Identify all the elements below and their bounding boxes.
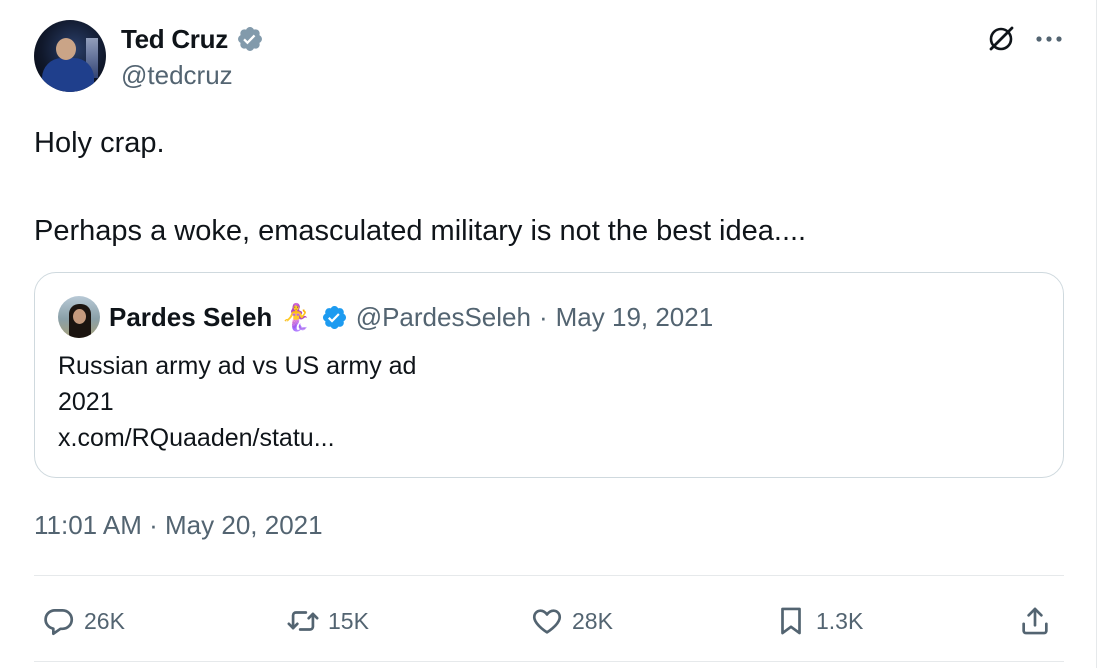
quoted-link[interactable]: x.com/RQuaaden/statu... xyxy=(58,420,416,456)
like-button[interactable]: 28K xyxy=(530,596,613,646)
quoted-tweet-body: Russian army ad vs US army ad 2021 x.com… xyxy=(58,348,416,456)
reply-count: 26K xyxy=(84,607,125,634)
reply-icon xyxy=(44,609,74,636)
like-icon xyxy=(532,609,562,634)
quoted-tweet-header: Pardes Seleh 🧜‍♀️ @PardesSeleh · May 19,… xyxy=(109,300,713,334)
bookmark-button[interactable]: 1.3K xyxy=(774,596,863,646)
retweet-icon xyxy=(287,611,319,631)
divider-bottom xyxy=(34,661,1064,662)
more-icon[interactable] xyxy=(1032,26,1066,52)
divider-top xyxy=(34,575,1064,576)
tweet-line-1: Holy crap. xyxy=(34,127,165,159)
grok-icon[interactable] xyxy=(986,24,1016,54)
author-handle[interactable]: @tedcruz xyxy=(121,60,233,91)
quoted-date: May 19, 2021 xyxy=(555,301,714,332)
bookmark-count: 1.3K xyxy=(816,607,864,634)
reply-button[interactable]: 26K xyxy=(42,596,125,646)
like-count: 28K xyxy=(572,607,613,634)
verified-badge-icon[interactable] xyxy=(236,25,264,53)
author-display-name[interactable]: Ted Cruz xyxy=(121,24,228,55)
share-icon xyxy=(1022,607,1048,635)
quoted-author-name: Pardes Seleh xyxy=(109,301,273,332)
author-name-row: Ted Cruz xyxy=(121,22,264,56)
quoted-line-2: 2021 xyxy=(58,388,114,416)
bookmark-icon xyxy=(781,607,801,635)
tweet-timestamp[interactable]: 11:01 AM · May 20, 2021 xyxy=(34,510,323,541)
quoted-author-handle: @PardesSeleh xyxy=(355,301,531,332)
retweet-count: 15K xyxy=(328,607,369,634)
quoted-tweet[interactable]: Pardes Seleh 🧜‍♀️ @PardesSeleh · May 19,… xyxy=(34,272,1064,478)
tweet-text: Holy crap. Perhaps a woke, emasculated m… xyxy=(34,121,1074,253)
tweet-line-2: Perhaps a woke, emasculated military is … xyxy=(34,215,807,247)
card-right-border xyxy=(1096,0,1097,668)
action-bar: 26K 15K 28K 1.3K xyxy=(34,596,1064,646)
share-button[interactable] xyxy=(1018,596,1052,646)
retweet-button[interactable]: 15K xyxy=(286,596,369,646)
quoted-line-1: Russian army ad vs US army ad xyxy=(58,352,417,380)
quoted-separator: · xyxy=(538,301,548,332)
author-avatar[interactable] xyxy=(34,20,106,92)
mermaid-emoji-icon: 🧜‍♀️ xyxy=(280,301,313,332)
quoted-author-avatar[interactable] xyxy=(58,296,100,338)
quoted-verified-badge-icon xyxy=(322,305,346,329)
